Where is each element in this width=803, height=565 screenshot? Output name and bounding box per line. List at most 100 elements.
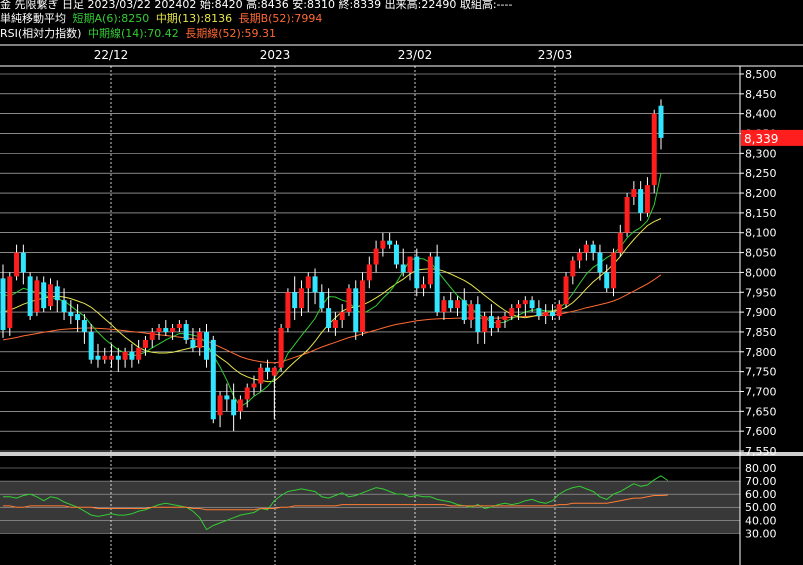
candle-down <box>54 286 60 301</box>
price-tick-label: 7,950 <box>745 286 777 299</box>
candle-up <box>278 327 284 368</box>
candle-down <box>41 282 47 309</box>
candle-down <box>68 312 74 317</box>
price-tick-label: 7,800 <box>745 346 777 359</box>
price-tick-label: 7,700 <box>745 385 777 398</box>
candle-down <box>488 316 494 328</box>
candle-down <box>183 324 189 340</box>
price-tick-label: 7,600 <box>745 425 777 438</box>
chart-canvas[interactable]: 22/12202323/0223/038,5008,4508,4008,3508… <box>0 0 803 565</box>
candle-up <box>14 252 20 277</box>
candle-up <box>441 300 447 313</box>
candle-up <box>149 331 155 340</box>
panel-separator <box>0 452 803 456</box>
price-tick-label: 8,300 <box>745 147 777 160</box>
candle-up <box>156 327 162 332</box>
candle-down <box>292 292 298 309</box>
candle-down <box>414 256 420 289</box>
candle-up <box>271 367 277 376</box>
candle-down <box>27 276 33 317</box>
candle-up <box>644 185 650 213</box>
price-tick-label: 8,150 <box>745 207 777 220</box>
candle-up <box>421 284 427 289</box>
candle-down <box>20 252 26 273</box>
candle-up <box>380 240 386 249</box>
rsi-tick-label: 80.00 <box>745 462 777 475</box>
price-tick-label: 8,500 <box>745 68 777 81</box>
candle-down <box>81 320 87 332</box>
candle-up <box>522 300 528 305</box>
candle-down <box>204 331 210 360</box>
x-tick-label: 23/03 <box>538 48 573 62</box>
candle-down <box>231 399 237 416</box>
x-tick-label: 23/02 <box>398 48 433 62</box>
candle-up <box>237 399 243 412</box>
candle-up <box>427 256 433 285</box>
candle-up <box>7 276 13 328</box>
rsi-tick-label: 70.00 <box>745 475 777 488</box>
price-tick-label: 7,550 <box>745 445 777 458</box>
price-tick-label: 7,750 <box>745 366 777 379</box>
candle-down <box>326 308 332 328</box>
candle-up <box>298 288 304 309</box>
price-tick-label: 8,200 <box>745 187 777 200</box>
price-tick-label: 8,450 <box>745 88 777 101</box>
candle-up <box>543 312 549 317</box>
rsi-tick-label: 30.00 <box>745 527 777 540</box>
price-tick-label: 7,850 <box>745 326 777 339</box>
candle-up <box>617 232 623 253</box>
candle-up <box>258 367 264 384</box>
candle-down <box>61 300 67 313</box>
candle-up <box>122 351 128 360</box>
candle-up <box>516 304 522 309</box>
candle-up <box>468 304 474 321</box>
candle-down <box>434 256 440 313</box>
candle-up <box>556 304 562 317</box>
price-tick-label: 8,400 <box>745 108 777 121</box>
candle-up <box>109 355 115 360</box>
price-tick-label: 7,900 <box>745 306 777 319</box>
candle-down <box>0 278 6 330</box>
candle-up <box>360 280 366 332</box>
candle-up <box>366 264 372 281</box>
candle-down <box>597 252 603 273</box>
candle-down <box>475 304 481 332</box>
candle-up <box>339 312 345 321</box>
price-tick-label: 8,000 <box>745 266 777 279</box>
candle-down <box>461 300 467 321</box>
candle-down <box>590 244 596 253</box>
candle-down <box>88 331 94 360</box>
candle-up <box>176 324 182 328</box>
candle-up <box>570 260 576 277</box>
candle-up <box>346 288 352 313</box>
candle-up <box>563 276 569 305</box>
candle-up <box>142 339 148 348</box>
candle-up <box>102 355 108 360</box>
candle-down <box>400 264 406 273</box>
candle-up <box>509 308 515 317</box>
price-tick-label: 8,050 <box>745 247 777 260</box>
candle-down <box>448 300 454 309</box>
candle-down <box>190 339 196 348</box>
candle-down <box>265 367 271 372</box>
last-price-label: 8,339 <box>744 132 778 146</box>
price-tick-label: 8,100 <box>745 227 777 240</box>
candle-up <box>332 320 338 328</box>
candle-down <box>163 327 169 332</box>
candle-up <box>197 331 203 348</box>
candle-up <box>502 316 508 321</box>
candle-down <box>393 244 399 265</box>
x-tick-label: 2023 <box>260 48 291 62</box>
x-tick-label: 22/12 <box>94 48 129 62</box>
candle-down <box>115 355 121 360</box>
candle-up <box>217 395 223 416</box>
candle-up <box>482 316 488 332</box>
candle-down <box>604 272 610 289</box>
rsi-tick-label: 50.00 <box>745 501 777 514</box>
rsi-tick-label: 40.00 <box>745 514 777 527</box>
candle-up <box>495 320 501 328</box>
candle-down <box>529 300 535 309</box>
candle-up <box>624 197 630 233</box>
candle-down <box>658 105 664 138</box>
candle-up <box>251 383 257 388</box>
